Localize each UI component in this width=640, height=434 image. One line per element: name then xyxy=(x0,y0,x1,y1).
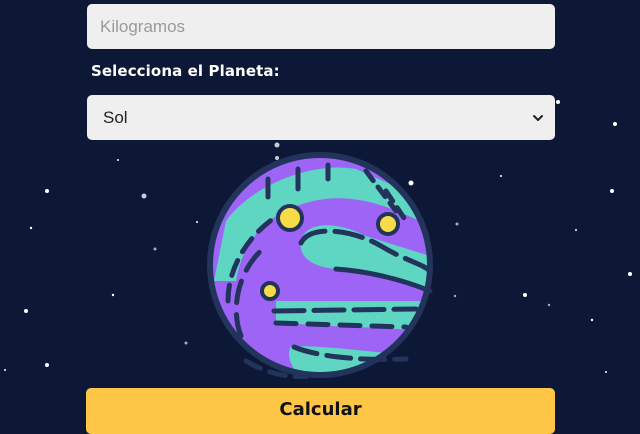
purple-planet-icon xyxy=(207,152,433,379)
weight-input[interactable] xyxy=(87,4,555,49)
planet-select-value: Sol xyxy=(103,107,128,127)
planet-select[interactable]: Sol xyxy=(87,95,555,140)
chevron-down-icon xyxy=(533,114,543,121)
planet-select-label: Selecciona el Planeta: xyxy=(91,62,280,80)
calculate-button[interactable]: Calcular xyxy=(86,388,555,434)
